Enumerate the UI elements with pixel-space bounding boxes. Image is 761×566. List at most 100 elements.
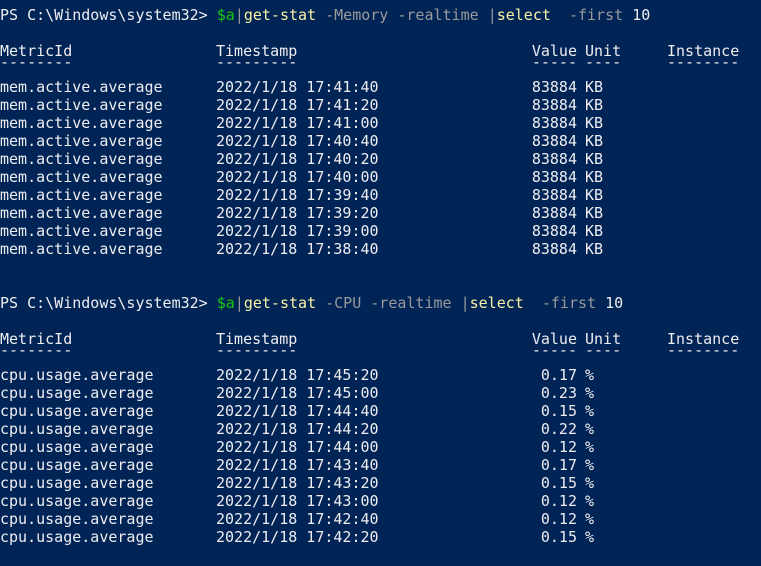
command-line[interactable]: PS C:\Windows\system32> $a|get-stat -CPU…	[0, 294, 623, 312]
cell-metricid: cpu.usage.average	[0, 366, 154, 384]
cell-metricid: mem.active.average	[0, 204, 163, 222]
separator-metricid: --------	[0, 341, 73, 359]
cell-metricid: cpu.usage.average	[0, 510, 154, 528]
cell-unit: %	[585, 402, 595, 420]
cell-unit: KB	[585, 132, 604, 150]
cell-value: 0.17	[540, 456, 577, 474]
prompt-text: PS C:\Windows\system32>	[0, 6, 217, 24]
separator-unit: ----	[585, 341, 622, 359]
pipe-operator: |	[460, 294, 470, 312]
table-row: mem.active.average 2022/1/18 17:41:00 8388…	[0, 114, 761, 132]
cell-value: 83884	[531, 240, 577, 258]
table-row: cpu.usage.average 2022/1/18 17:45:20 0.17%	[0, 366, 761, 384]
parameter-token: -first	[523, 294, 606, 312]
cell-unit: KB	[585, 114, 604, 132]
table-row: cpu.usage.average 2022/1/18 17:45:00 0.23%	[0, 384, 761, 402]
cell-unit: KB	[585, 150, 604, 168]
table-row: mem.active.average 2022/1/18 17:41:40 8388…	[0, 78, 761, 96]
cell-value: 83884	[531, 168, 577, 186]
table-row: cpu.usage.average 2022/1/18 17:43:40 0.17%	[0, 456, 761, 474]
cell-metricid: cpu.usage.average	[0, 456, 154, 474]
cell-timestamp: 2022/1/18 17:45:20	[216, 366, 379, 384]
cell-value: 83884	[531, 222, 577, 240]
cell-unit: KB	[585, 240, 604, 258]
cell-timestamp: 2022/1/18 17:45:00	[216, 384, 379, 402]
powershell-terminal[interactable]: PS C:\Windows\system32> $a|get-stat -Mem…	[0, 0, 761, 566]
separator-metricid: --------	[0, 53, 73, 71]
cell-timestamp: 2022/1/18 17:42:40	[216, 510, 379, 528]
cell-metricid: mem.active.average	[0, 114, 163, 132]
table-row: mem.active.average 2022/1/18 17:40:00 8388…	[0, 168, 761, 186]
parameter-token: -Memory -realtime	[316, 6, 488, 24]
separator-instance: --------	[667, 341, 740, 359]
table-row: cpu.usage.average 2022/1/18 17:43:00 0.12%	[0, 492, 761, 510]
table-row: mem.active.average 2022/1/18 17:40:40 8388…	[0, 132, 761, 150]
cmdlet-token: get-stat	[243, 294, 317, 312]
cell-value: 0.17	[540, 366, 577, 384]
cell-unit: %	[585, 456, 595, 474]
separator-timestamp: ---------	[216, 341, 298, 359]
cmdlet-token: select	[469, 294, 524, 312]
table-row: cpu.usage.average 2022/1/18 17:44:20 0.22%	[0, 420, 761, 438]
cell-value: 0.12	[540, 492, 577, 510]
cell-metricid: mem.active.average	[0, 96, 163, 114]
cell-timestamp: 2022/1/18 17:40:20	[216, 150, 379, 168]
table-row: cpu.usage.average 2022/1/18 17:43:20 0.15%	[0, 474, 761, 492]
cell-timestamp: 2022/1/18 17:43:00	[216, 492, 379, 510]
cell-value: 83884	[531, 132, 577, 150]
command-line[interactable]: PS C:\Windows\system32> $a|get-stat -Mem…	[0, 6, 650, 24]
cell-timestamp: 2022/1/18 17:38:40	[216, 240, 379, 258]
cell-metricid: mem.active.average	[0, 150, 163, 168]
table-row: mem.active.average 2022/1/18 17:39:40 8388…	[0, 186, 761, 204]
cell-timestamp: 2022/1/18 17:39:20	[216, 204, 379, 222]
header-separator: -------- --------- ----- ---- --------	[0, 53, 761, 71]
separator-value: -----	[531, 341, 577, 359]
cell-timestamp: 2022/1/18 17:40:00	[216, 168, 379, 186]
cell-value: 83884	[531, 114, 577, 132]
cell-value: 83884	[531, 204, 577, 222]
cell-unit: %	[585, 366, 595, 384]
argument-value: 10	[632, 6, 651, 24]
cell-value: 83884	[531, 96, 577, 114]
cell-timestamp: 2022/1/18 17:44:40	[216, 402, 379, 420]
cell-unit: %	[585, 438, 595, 456]
separator-instance: --------	[667, 53, 740, 71]
cell-unit: KB	[585, 96, 604, 114]
cell-timestamp: 2022/1/18 17:41:00	[216, 114, 379, 132]
cell-metricid: cpu.usage.average	[0, 402, 154, 420]
cell-value: 83884	[531, 186, 577, 204]
cmdlet-token: get-stat	[243, 6, 317, 24]
cell-unit: KB	[585, 168, 604, 186]
table-row: mem.active.average 2022/1/18 17:40:20 8388…	[0, 150, 761, 168]
cell-metricid: mem.active.average	[0, 132, 163, 150]
cell-value: 0.15	[540, 474, 577, 492]
cmdlet-token: select	[496, 6, 551, 24]
table-row: mem.active.average 2022/1/18 17:39:20 8388…	[0, 204, 761, 222]
cell-unit: KB	[585, 186, 604, 204]
table-row: mem.active.average 2022/1/18 17:41:20 8388…	[0, 96, 761, 114]
cell-metricid: cpu.usage.average	[0, 492, 154, 510]
cell-unit: %	[585, 528, 595, 546]
cell-unit: KB	[585, 222, 604, 240]
parameter-token: -first	[550, 6, 633, 24]
pipe-operator: |	[234, 294, 244, 312]
cell-metricid: cpu.usage.average	[0, 528, 154, 546]
parameter-token: -CPU -realtime	[316, 294, 461, 312]
cell-unit: %	[585, 420, 595, 438]
separator-value: -----	[531, 53, 577, 71]
cell-unit: KB	[585, 204, 604, 222]
cell-metricid: mem.active.average	[0, 186, 163, 204]
table-row: cpu.usage.average 2022/1/18 17:42:40 0.12%	[0, 510, 761, 528]
cell-value: 83884	[531, 150, 577, 168]
cell-timestamp: 2022/1/18 17:40:40	[216, 132, 379, 150]
cell-value: 0.22	[540, 420, 577, 438]
cell-value: 0.15	[540, 402, 577, 420]
separator-timestamp: ---------	[216, 53, 298, 71]
variable-token: $a	[216, 6, 235, 24]
cell-metricid: mem.active.average	[0, 240, 163, 258]
table-row: mem.active.average 2022/1/18 17:39:00 8388…	[0, 222, 761, 240]
pipe-operator: |	[234, 6, 244, 24]
separator-unit: ----	[585, 53, 622, 71]
variable-token: $a	[216, 294, 235, 312]
cell-timestamp: 2022/1/18 17:42:20	[216, 528, 379, 546]
